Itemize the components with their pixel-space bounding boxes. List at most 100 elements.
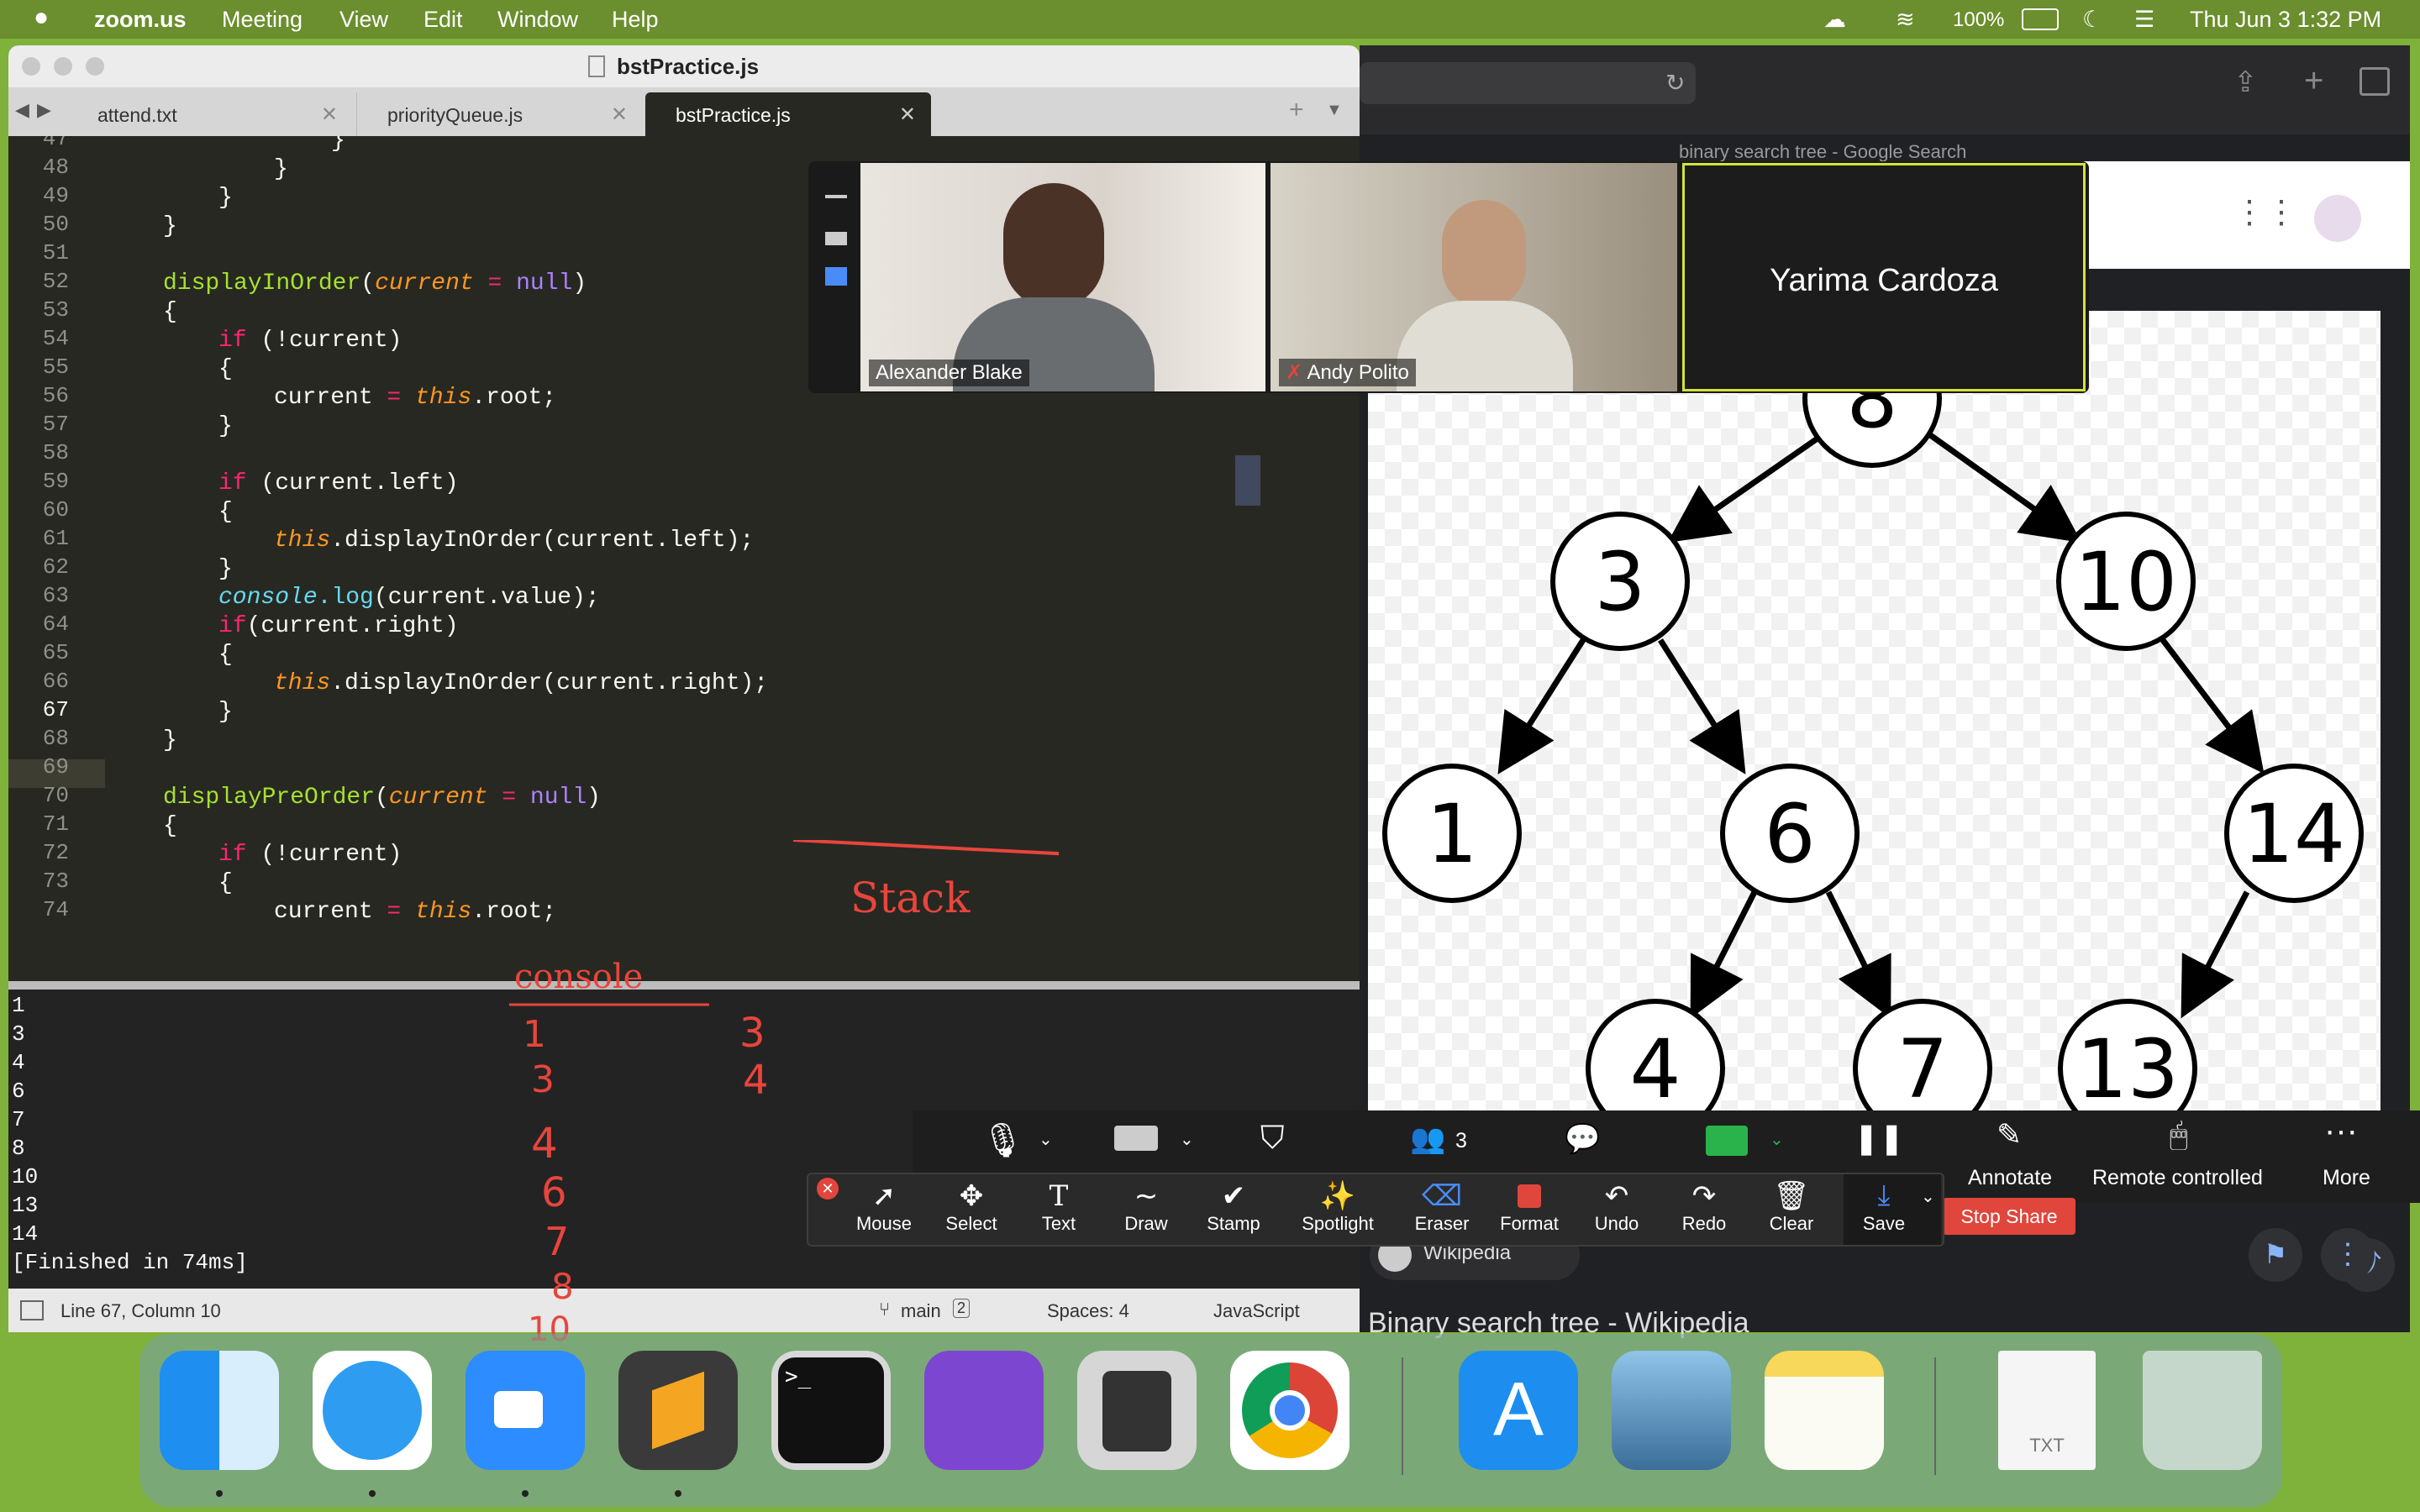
video-tile-alexander[interactable]: Alexander Blake	[860, 163, 1265, 391]
moon-icon[interactable]: ☾	[2082, 7, 2102, 33]
remote-control-icon[interactable]: 🖱	[2170, 1117, 2188, 1153]
menu-help[interactable]: Help	[612, 7, 659, 33]
stop-share-button[interactable]: Stop Share	[1943, 1198, 2075, 1235]
draw-icon[interactable]: ∼	[1113, 1179, 1180, 1213]
indentation-setting[interactable]: Spaces: 4	[1047, 1300, 1129, 1322]
mic-icon[interactable]: 🎙	[981, 1121, 1024, 1160]
close-tab-icon[interactable]: ✕	[611, 102, 628, 127]
notes-icon[interactable]	[1765, 1351, 1884, 1470]
tab-back-icon[interactable]: ◀	[15, 99, 29, 121]
menu-window[interactable]: Window	[497, 7, 578, 33]
video-options-icon[interactable]: ⌄	[1180, 1129, 1194, 1150]
annotate-icon[interactable]: ✎	[1996, 1117, 2022, 1152]
close-annotation-icon[interactable]: ✕	[817, 1178, 839, 1200]
new-tab-icon[interactable]: +	[2304, 62, 2323, 100]
more-vert-icon[interactable]: ⋮	[2321, 1228, 2375, 1282]
remote-control-button[interactable]: Remote controlled	[2092, 1166, 2263, 1190]
apple-icon[interactable]: ●	[34, 3, 49, 32]
battery-icon[interactable]	[2022, 8, 2059, 30]
share-icon[interactable]: ⇪	[2233, 66, 2258, 99]
tabs-overview-icon[interactable]	[2360, 67, 2390, 96]
select-icon[interactable]: ✥	[938, 1179, 1005, 1213]
security-icon[interactable]: ⛉	[1260, 1121, 1285, 1157]
minimize-window-icon[interactable]	[54, 57, 72, 76]
syntax-setting[interactable]: JavaScript	[1213, 1300, 1300, 1322]
txt-file-icon[interactable]: TXT	[1998, 1351, 2096, 1470]
pause-share-icon[interactable]: ❚❚	[1854, 1121, 1904, 1156]
zoom-icon[interactable]	[466, 1351, 585, 1470]
clear-icon[interactable]: 🗑	[1758, 1179, 1825, 1213]
eraser-icon[interactable]: ⌫	[1408, 1179, 1476, 1213]
strip-view-icon[interactable]	[825, 267, 847, 286]
tab-priority-queue[interactable]: priorityQueue.js ✕	[356, 92, 643, 136]
more-button[interactable]: More	[2323, 1166, 2370, 1190]
video-tile-andy[interactable]: ✗ Andy Polito	[1270, 163, 1677, 391]
tool-format[interactable]: Format	[1487, 1213, 1571, 1235]
control-center-icon[interactable]: ☰	[2134, 7, 2154, 33]
panel-toggle-icon[interactable]	[20, 1300, 44, 1320]
minimap-viewport[interactable]	[1235, 455, 1260, 506]
spotlight-icon[interactable]: ✨	[1304, 1179, 1371, 1213]
upload-icon[interactable]: ☁	[1823, 7, 1846, 33]
tool-save[interactable]: Save	[1842, 1213, 1926, 1235]
app-store-icon[interactable]: A	[1459, 1351, 1578, 1470]
text-icon[interactable]: T	[1025, 1179, 1092, 1213]
bookmark-button[interactable]: ⚑	[2249, 1228, 2302, 1282]
tab-dropdown-icon[interactable]: ▼	[1326, 101, 1343, 120]
tool-text[interactable]: Text	[1017, 1213, 1101, 1235]
tool-clear[interactable]: Clear	[1749, 1213, 1833, 1235]
terminal-icon[interactable]: >_	[771, 1351, 891, 1470]
account-avatar[interactable]	[2314, 195, 2361, 242]
strip-controls[interactable]	[822, 195, 855, 296]
tab-bst-practice[interactable]: bstPractice.js ✕	[645, 92, 931, 136]
close-tab-icon[interactable]: ✕	[899, 102, 916, 127]
format-icon[interactable]	[1518, 1184, 1541, 1208]
close-tab-icon[interactable]: ✕	[321, 102, 338, 127]
safari-icon[interactable]	[313, 1351, 432, 1470]
single-view-icon[interactable]	[825, 232, 847, 245]
menu-meeting[interactable]: Meeting	[222, 7, 302, 33]
trash-icon[interactable]	[2143, 1351, 2262, 1470]
clock[interactable]: Thu Jun 3 1:32 PM	[2190, 7, 2381, 33]
chat-icon[interactable]: 💬	[1565, 1122, 1600, 1156]
undo-icon[interactable]: ↶	[1583, 1179, 1650, 1213]
tool-select[interactable]: Select	[929, 1213, 1013, 1235]
reload-icon[interactable]: ↻	[1665, 69, 1685, 97]
tab-forward-icon[interactable]: ▶	[37, 99, 51, 121]
browser-tab-title[interactable]: binary search tree - Google Search	[1679, 141, 1966, 163]
github-desktop-icon[interactable]	[924, 1351, 1044, 1470]
preview-icon[interactable]	[1612, 1351, 1731, 1470]
video-icon[interactable]	[1114, 1126, 1158, 1151]
redo-icon[interactable]: ↷	[1670, 1179, 1738, 1213]
tool-stamp[interactable]: Stamp	[1192, 1213, 1276, 1235]
address-bar[interactable]	[1360, 62, 1696, 104]
annotate-button[interactable]: Annotate	[1968, 1166, 2052, 1190]
minimize-strip-icon[interactable]	[825, 195, 847, 198]
calculator-icon[interactable]	[1077, 1351, 1197, 1470]
video-tile-yarima[interactable]: Yarima Cardoza	[1682, 163, 2086, 391]
new-tab-plus-icon[interactable]: +	[1289, 96, 1304, 124]
more-icon[interactable]: ···	[2324, 1112, 2358, 1150]
save-options-icon[interactable]: ⌄	[1921, 1186, 1935, 1207]
finder-icon[interactable]	[160, 1351, 279, 1470]
tool-redo[interactable]: Redo	[1662, 1213, 1746, 1235]
sublime-text-icon[interactable]	[618, 1351, 738, 1470]
mouse-icon[interactable]: ➚	[850, 1179, 918, 1213]
close-window-icon[interactable]	[22, 57, 40, 76]
tool-spotlight[interactable]: Spotlight	[1296, 1213, 1380, 1235]
tab-attend[interactable]: attend.txt ✕	[67, 92, 353, 136]
new-share-icon[interactable]	[1706, 1126, 1748, 1156]
participants-icon[interactable]: 👥	[1410, 1122, 1445, 1156]
save-tool-group[interactable]: ⤓ Save ⌄	[1844, 1174, 1941, 1245]
tool-undo[interactable]: Undo	[1575, 1213, 1659, 1235]
stamp-icon[interactable]: ✔	[1200, 1179, 1267, 1213]
mic-options-icon[interactable]: ⌄	[1039, 1129, 1053, 1150]
tool-eraser[interactable]: Eraser	[1400, 1213, 1484, 1235]
tool-draw[interactable]: Draw	[1104, 1213, 1188, 1235]
save-icon[interactable]: ⤓	[1850, 1179, 1918, 1212]
zoom-window-icon[interactable]	[86, 57, 104, 76]
wifi-icon[interactable]: ≋	[1896, 7, 1915, 33]
apps-grid-icon[interactable]: ⋮⋮	[2233, 193, 2297, 231]
share-options-icon[interactable]: ⌄	[1770, 1129, 1784, 1150]
chrome-icon[interactable]	[1230, 1351, 1349, 1470]
